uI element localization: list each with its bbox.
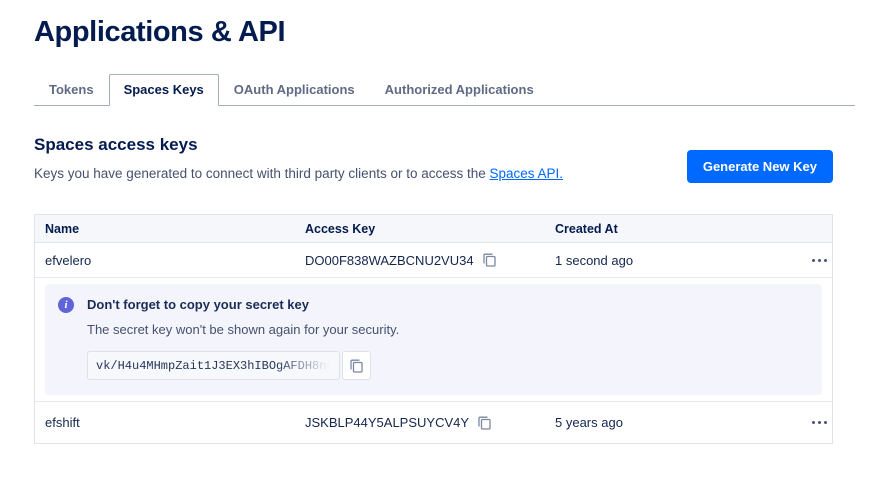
row-actions xyxy=(790,415,832,430)
secret-key-value: vk/H4u4MHmpZait1J3EX3hIBOgAFDH8n6gTv3H xyxy=(96,359,340,373)
key-name: efshift xyxy=(35,415,295,430)
created-at-value: 5 years ago xyxy=(545,415,790,430)
secret-key-callout-row: i Don't forget to copy your secret key T… xyxy=(35,278,832,402)
copy-secret-key-button[interactable] xyxy=(342,351,371,380)
table-row: efshift JSKBLP44Y5ALPSUYCV4Y 5 years ago xyxy=(35,402,832,443)
generate-new-key-button[interactable]: Generate New Key xyxy=(687,150,833,183)
tab-tokens[interactable]: Tokens xyxy=(34,74,109,106)
column-header-access-key: Access Key xyxy=(295,222,545,236)
tab-bar: Tokens Spaces Keys OAuth Applications Au… xyxy=(34,74,855,106)
created-at-value: 1 second ago xyxy=(545,253,790,268)
section-header-text: Spaces access keys Keys you have generat… xyxy=(34,135,563,183)
page-title: Applications & API xyxy=(34,16,833,49)
column-header-name: Name xyxy=(35,222,295,236)
secret-key-field[interactable]: vk/H4u4MHmpZait1J3EX3hIBOgAFDH8n6gTv3H xyxy=(87,351,340,380)
section-header: Spaces access keys Keys you have generat… xyxy=(34,135,833,183)
copy-icon xyxy=(478,416,491,430)
callout-body: The secret key won't be shown again for … xyxy=(87,322,399,337)
section-description: Keys you have generated to connect with … xyxy=(34,166,563,181)
access-key-cell: JSKBLP44Y5ALPSUYCV4Y xyxy=(295,415,545,430)
access-key-cell: DO00F838WAZBCNU2VU34 xyxy=(295,253,545,268)
key-name: efvelero xyxy=(35,253,295,268)
tab-authorized-applications[interactable]: Authorized Applications xyxy=(370,74,549,106)
tab-oauth-applications[interactable]: OAuth Applications xyxy=(219,74,370,106)
copy-access-key-button[interactable] xyxy=(478,416,491,430)
secret-key-callout: i Don't forget to copy your secret key T… xyxy=(45,284,822,395)
copy-icon xyxy=(483,253,496,267)
applications-api-page: Applications & API Tokens Spaces Keys OA… xyxy=(0,16,889,444)
access-key-value: JSKBLP44Y5ALPSUYCV4Y xyxy=(305,415,469,430)
spaces-api-link[interactable]: Spaces API. xyxy=(490,166,564,181)
section-description-text: Keys you have generated to connect with … xyxy=(34,166,490,181)
column-header-created-at: Created At xyxy=(545,222,790,236)
table-header-row: Name Access Key Created At xyxy=(35,215,832,243)
callout-content: Don't forget to copy your secret key The… xyxy=(87,297,399,380)
spaces-keys-table: Name Access Key Created At efvelero DO00… xyxy=(34,214,833,444)
info-icon: i xyxy=(58,297,74,313)
callout-title: Don't forget to copy your secret key xyxy=(87,297,399,312)
table-row: efvelero DO00F838WAZBCNU2VU34 1 second a… xyxy=(35,243,832,278)
secret-key-field-group: vk/H4u4MHmpZait1J3EX3hIBOgAFDH8n6gTv3H xyxy=(87,351,399,380)
copy-access-key-button[interactable] xyxy=(483,253,496,267)
more-options-icon[interactable] xyxy=(810,415,829,430)
access-key-value: DO00F838WAZBCNU2VU34 xyxy=(305,253,474,268)
copy-icon xyxy=(350,359,363,373)
row-actions xyxy=(790,253,832,268)
section-heading: Spaces access keys xyxy=(34,135,563,155)
tab-spaces-keys[interactable]: Spaces Keys xyxy=(109,74,219,106)
more-options-icon[interactable] xyxy=(810,253,829,268)
